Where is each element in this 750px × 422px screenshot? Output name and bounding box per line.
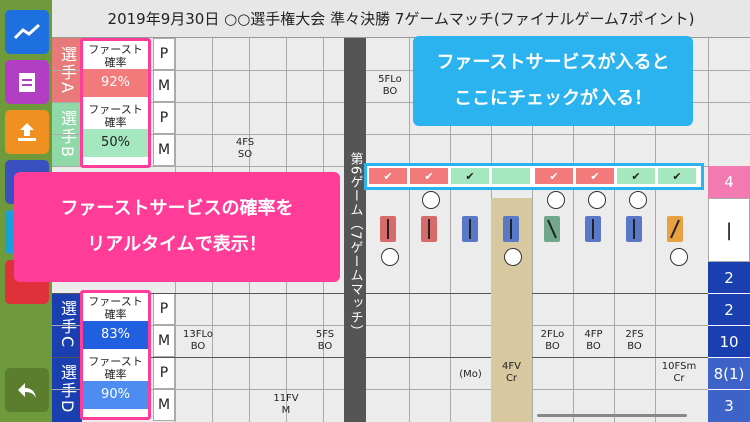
rate-value-b: 50% xyxy=(83,129,148,157)
rate-value-d: 90% xyxy=(83,381,148,409)
rate-head-b: ファースト確率 xyxy=(88,103,143,129)
cell-c-5fs[interactable]: 5FS BO xyxy=(306,329,344,353)
chart-button[interactable] xyxy=(5,10,49,54)
cell-d-11fv[interactable]: 11FV M xyxy=(267,393,305,417)
upload-button[interactable] xyxy=(5,110,49,154)
stroke-mark[interactable] xyxy=(667,216,683,242)
score-c-1: 2 xyxy=(708,293,750,325)
serve-circle xyxy=(381,248,399,266)
row-p-a: P xyxy=(153,38,175,70)
check-mark[interactable]: ✔ xyxy=(535,168,573,184)
upload-icon xyxy=(18,123,36,141)
back-button[interactable] xyxy=(5,368,49,412)
check-mark[interactable]: ✔ xyxy=(369,168,407,184)
score-c-game: 2 xyxy=(708,262,750,293)
rate-value-c: 83% xyxy=(83,321,148,349)
cell-d-4fv[interactable]: 4FV Cr xyxy=(491,361,532,385)
row-p-c: P xyxy=(153,293,175,325)
rate-panel-top: ファースト確率 92% ファースト確率 50% xyxy=(80,38,151,168)
serve-circle xyxy=(670,248,688,266)
cell-c-2flo[interactable]: 2FLo BO xyxy=(532,329,573,353)
line-chart-icon xyxy=(13,23,41,40)
check-mark[interactable]: ✔ xyxy=(576,168,614,184)
check-mark[interactable]: ✔ xyxy=(410,168,448,184)
callout-rate-info: ファーストサービスの確率を リアルタイムで表示！ xyxy=(14,172,340,282)
serve-circle xyxy=(547,191,565,209)
serve-circle xyxy=(629,191,647,209)
check-mark[interactable]: ✔ xyxy=(617,168,655,184)
serve-circle xyxy=(588,191,606,209)
cell-d-mo[interactable]: (Mo) xyxy=(450,369,491,381)
score-c-2: 10 xyxy=(708,325,750,357)
check-empty[interactable] xyxy=(492,168,530,184)
row-m-c: M xyxy=(153,325,175,357)
page-title: 2019年9月30日 ○○選手権大会 準々決勝 7ゲームマッチ(ファイナルゲーム… xyxy=(52,0,750,38)
serve-circle xyxy=(422,191,440,209)
score-d-2: 3 xyxy=(708,389,750,422)
row-m-b: M xyxy=(153,134,175,166)
rate-head-c: ファースト確率 xyxy=(88,295,143,321)
rate-panel-bottom: ファースト確率 83% ファースト確率 90% xyxy=(80,290,151,420)
clipboard-button[interactable] xyxy=(5,60,49,104)
cell-d-10fsm[interactable]: 10FSm Cr xyxy=(655,361,703,385)
rate-head-a: ファースト確率 xyxy=(88,43,143,69)
rate-head-d: ファースト確率 xyxy=(88,355,143,381)
score-d-1: 8(1) xyxy=(708,357,750,389)
cell-c-2fs[interactable]: 2FS BO xyxy=(614,329,655,353)
stroke-mark[interactable] xyxy=(503,216,519,242)
stroke-mark[interactable] xyxy=(544,216,560,242)
check-mark[interactable]: ✔ xyxy=(451,168,489,184)
rate-value-a: 92% xyxy=(83,69,148,97)
game-label: 第6ゲーム（7ゲームマッチ） xyxy=(344,38,366,422)
score-divider: | xyxy=(708,198,750,262)
stroke-mark[interactable] xyxy=(462,216,478,242)
cell-c-13flo[interactable]: 13FLo BO xyxy=(175,329,221,353)
cell-b-4fs[interactable]: 4FS SO xyxy=(226,137,264,161)
cell-a-5flo[interactable]: 5FLo BO xyxy=(371,74,409,98)
row-m-a: M xyxy=(153,70,175,102)
stroke-mark[interactable] xyxy=(421,216,437,242)
serve-circle xyxy=(504,248,522,266)
undo-icon xyxy=(18,383,36,398)
row-p-d: P xyxy=(153,357,175,389)
row-p-b: P xyxy=(153,102,175,134)
stroke-mark[interactable] xyxy=(585,216,601,242)
check-mark[interactable]: ✔ xyxy=(658,168,696,184)
stroke-mark[interactable] xyxy=(626,216,642,242)
callout-check-info: ファーストサービスが入ると ここにチェックが入る！ xyxy=(413,36,693,126)
row-m-d: M xyxy=(153,389,175,421)
clipboard-icon xyxy=(19,73,35,92)
stroke-mark[interactable] xyxy=(380,216,396,242)
scrollbar[interactable] xyxy=(537,414,687,417)
cell-c-4fp[interactable]: 4FP BO xyxy=(573,329,614,353)
score-a: 4 xyxy=(708,166,750,198)
